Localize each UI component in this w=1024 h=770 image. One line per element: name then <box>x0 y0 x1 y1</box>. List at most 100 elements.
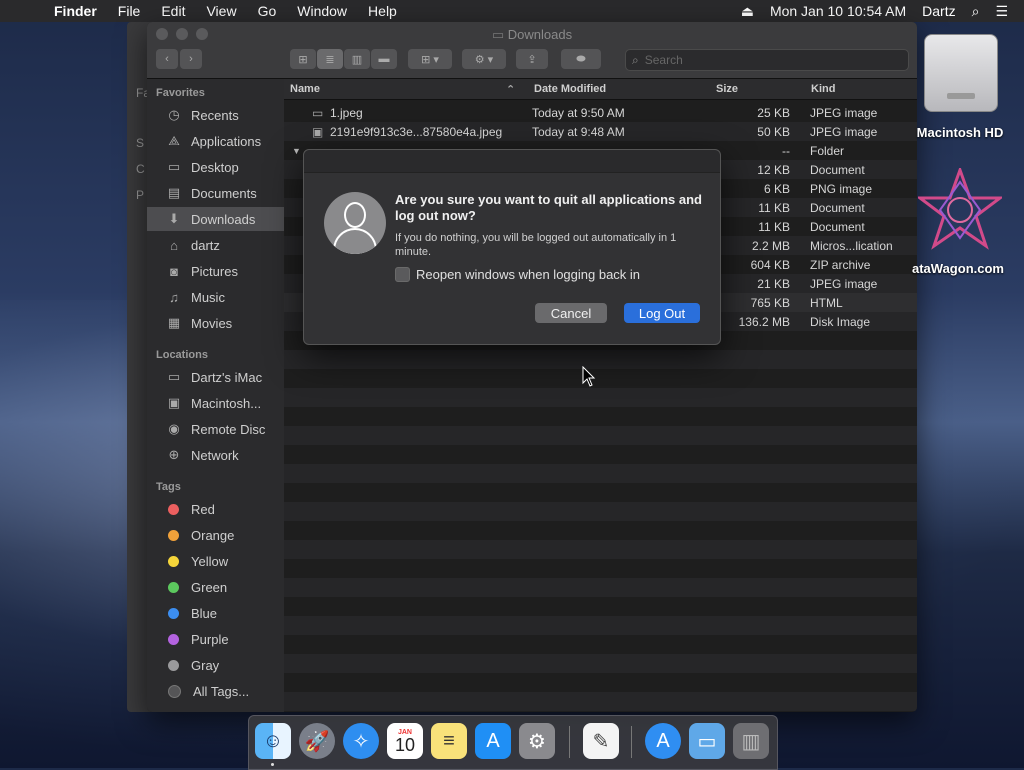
sidebar-item-imac[interactable]: ▭ Dartz's iMac <box>147 365 284 389</box>
sidebar-item-applications[interactable]: ⟁ Applications <box>147 129 284 153</box>
notification-center-icon[interactable]: ☰ <box>995 3 1008 20</box>
sidebar-item-recents[interactable]: ◷ Recents <box>147 103 284 127</box>
desktop-icon-label[interactable]: Macintosh HD <box>912 125 1008 140</box>
sidebar-item-label: All Tags... <box>193 683 250 699</box>
file-name: 1.jpeg <box>330 106 363 120</box>
menu-user[interactable]: Dartz <box>922 3 955 19</box>
checkbox-label[interactable]: Reopen windows when logging back in <box>416 267 640 282</box>
file-size: -- <box>782 144 790 158</box>
sidebar-tag-blue[interactable]: Blue <box>147 601 284 625</box>
sidebar-item-label: Movies <box>191 315 233 331</box>
table-row[interactable]: ▣ 2191e9f913c3e...87580e4a.jpeg Today at… <box>284 122 917 141</box>
menu-app-finder[interactable]: Finder <box>54 3 97 19</box>
finder-icon[interactable]: ☺ <box>255 723 291 759</box>
menu-help[interactable]: Help <box>368 3 397 19</box>
globe-icon: ⊕ <box>168 447 180 462</box>
trash-icon[interactable]: ▥ <box>733 723 769 759</box>
sort-ascending-icon[interactable]: ⌃ <box>506 83 515 96</box>
view-gallery-button[interactable]: ▬ <box>371 49 397 69</box>
sidebar-item-downloads[interactable]: ⬇ Downloads <box>147 207 284 231</box>
back-window-label: C <box>136 162 145 176</box>
sidebar-item-home[interactable]: ⌂ dartz <box>147 233 284 257</box>
column-header-size[interactable]: Size <box>716 83 738 95</box>
menu-view[interactable]: View <box>206 3 236 19</box>
app-store-icon[interactable]: A <box>475 723 511 759</box>
downloads-folder-icon[interactable]: ▭ <box>689 723 725 759</box>
search-input[interactable]: ⌕ Search <box>625 49 909 71</box>
file-kind: ZIP archive <box>810 258 871 272</box>
sidebar-item-desktop[interactable]: ▭ Desktop <box>147 155 284 179</box>
reopen-windows-checkbox[interactable]: Reopen windows when logging back in <box>395 267 640 282</box>
column-header-kind[interactable]: Kind <box>811 83 835 95</box>
spotlight-search-icon[interactable]: ⌕ <box>972 3 980 20</box>
sidebar-tag-all-tags[interactable]: All Tags... <box>147 679 284 703</box>
running-indicator <box>271 763 274 766</box>
applications-folder-icon[interactable]: A <box>645 723 681 759</box>
file-size: 25 KB <box>757 106 790 120</box>
file-date: Today at 9:48 AM <box>532 125 625 139</box>
sidebar-item-macintosh-hd[interactable]: ▣ Macintosh... <box>147 391 284 415</box>
sidebar-item-movies[interactable]: ▦ Movies <box>147 311 284 335</box>
safari-icon[interactable]: ✧ <box>343 723 379 759</box>
tags-button[interactable]: ⬬ <box>561 49 601 69</box>
file-size: 50 KB <box>757 125 790 139</box>
view-columns-button[interactable]: ▥ <box>344 49 370 69</box>
file-size: 6 KB <box>763 182 790 196</box>
menu-go[interactable]: Go <box>258 3 277 19</box>
music-note-icon: ♫ <box>169 289 179 305</box>
desktop-icon-label[interactable]: ataWagon.com <box>912 261 1024 276</box>
sidebar-item-label: Network <box>191 447 239 463</box>
sidebar-item-pictures[interactable]: ◙ Pictures <box>147 259 284 283</box>
textedit-icon[interactable]: ✎ <box>583 723 619 759</box>
empty-row-stripe <box>284 388 917 407</box>
menu-file[interactable]: File <box>118 3 141 19</box>
dock-separator <box>569 726 570 758</box>
file-size: 21 KB <box>757 277 790 291</box>
sidebar-tag-yellow[interactable]: Yellow <box>147 549 284 573</box>
column-header-name[interactable]: Name <box>290 83 320 95</box>
forward-button[interactable]: › <box>180 49 202 69</box>
empty-row-stripe <box>284 578 917 597</box>
system-preferences-icon[interactable]: ⚙ <box>519 723 555 759</box>
document-icon: ▤ <box>167 185 181 200</box>
view-list-button[interactable]: ≣ <box>317 49 343 69</box>
calendar-icon[interactable]: JAN 10 <box>387 723 423 759</box>
sidebar-tag-green[interactable]: Green <box>147 575 284 599</box>
view-icons-button[interactable]: ⊞ <box>290 49 316 69</box>
file-kind: JPEG image <box>810 277 878 291</box>
log-out-button[interactable]: Log Out <box>624 303 700 323</box>
checkbox-box[interactable] <box>395 267 410 282</box>
notes-icon[interactable]: ≡ <box>431 723 467 759</box>
action-button[interactable]: ⚙ ▾ <box>462 49 506 69</box>
sidebar-tag-purple[interactable]: Purple <box>147 627 284 651</box>
disclosure-triangle-icon[interactable]: ▼ <box>292 146 301 156</box>
group-by-button[interactable]: ⊞ ▾ <box>408 49 452 69</box>
logout-dialog: Are you sure you want to quit all applic… <box>303 149 721 345</box>
back-button[interactable]: ‹ <box>156 49 178 69</box>
cancel-button[interactable]: Cancel <box>535 303 607 323</box>
sidebar-item-label: dartz <box>191 237 220 253</box>
table-row[interactable]: ▭ 1.jpeg Today at 9:50 AM 25 KB JPEG ima… <box>284 103 917 122</box>
sidebar-item-remote-disc[interactable]: ◉ Remote Disc <box>147 417 284 441</box>
sidebar-tag-gray[interactable]: Gray <box>147 653 284 677</box>
share-button[interactable]: ⇪ <box>516 49 548 69</box>
file-kind: Micros...lication <box>810 239 893 253</box>
sidebar-item-music[interactable]: ♫ Music <box>147 285 284 309</box>
hard-drive-icon[interactable] <box>924 34 998 112</box>
empty-row-stripe <box>284 616 917 635</box>
sidebar-tag-orange[interactable]: Orange <box>147 523 284 547</box>
sidebar-item-documents[interactable]: ▤ Documents <box>147 181 284 205</box>
sidebar: Favorites ◷ Recents ⟁ Applications ▭ Deskto… <box>147 79 284 712</box>
column-header-date[interactable]: Date Modified <box>534 83 606 95</box>
menu-edit[interactable]: Edit <box>161 3 185 19</box>
eject-icon[interactable]: ⏏ <box>741 3 754 20</box>
sidebar-item-network[interactable]: ⊕ Network <box>147 443 284 467</box>
camera-icon: ◙ <box>170 263 178 279</box>
menu-window[interactable]: Window <box>297 3 347 19</box>
datawagon-logo-icon[interactable] <box>918 168 1002 252</box>
menu-clock[interactable]: Mon Jan 10 10:54 AM <box>770 3 906 19</box>
launchpad-icon[interactable]: 🚀 <box>299 723 335 759</box>
sidebar-tag-red[interactable]: Red <box>147 497 284 521</box>
mouse-pointer-icon <box>582 366 596 387</box>
desktop-icon: ▭ <box>167 159 181 174</box>
